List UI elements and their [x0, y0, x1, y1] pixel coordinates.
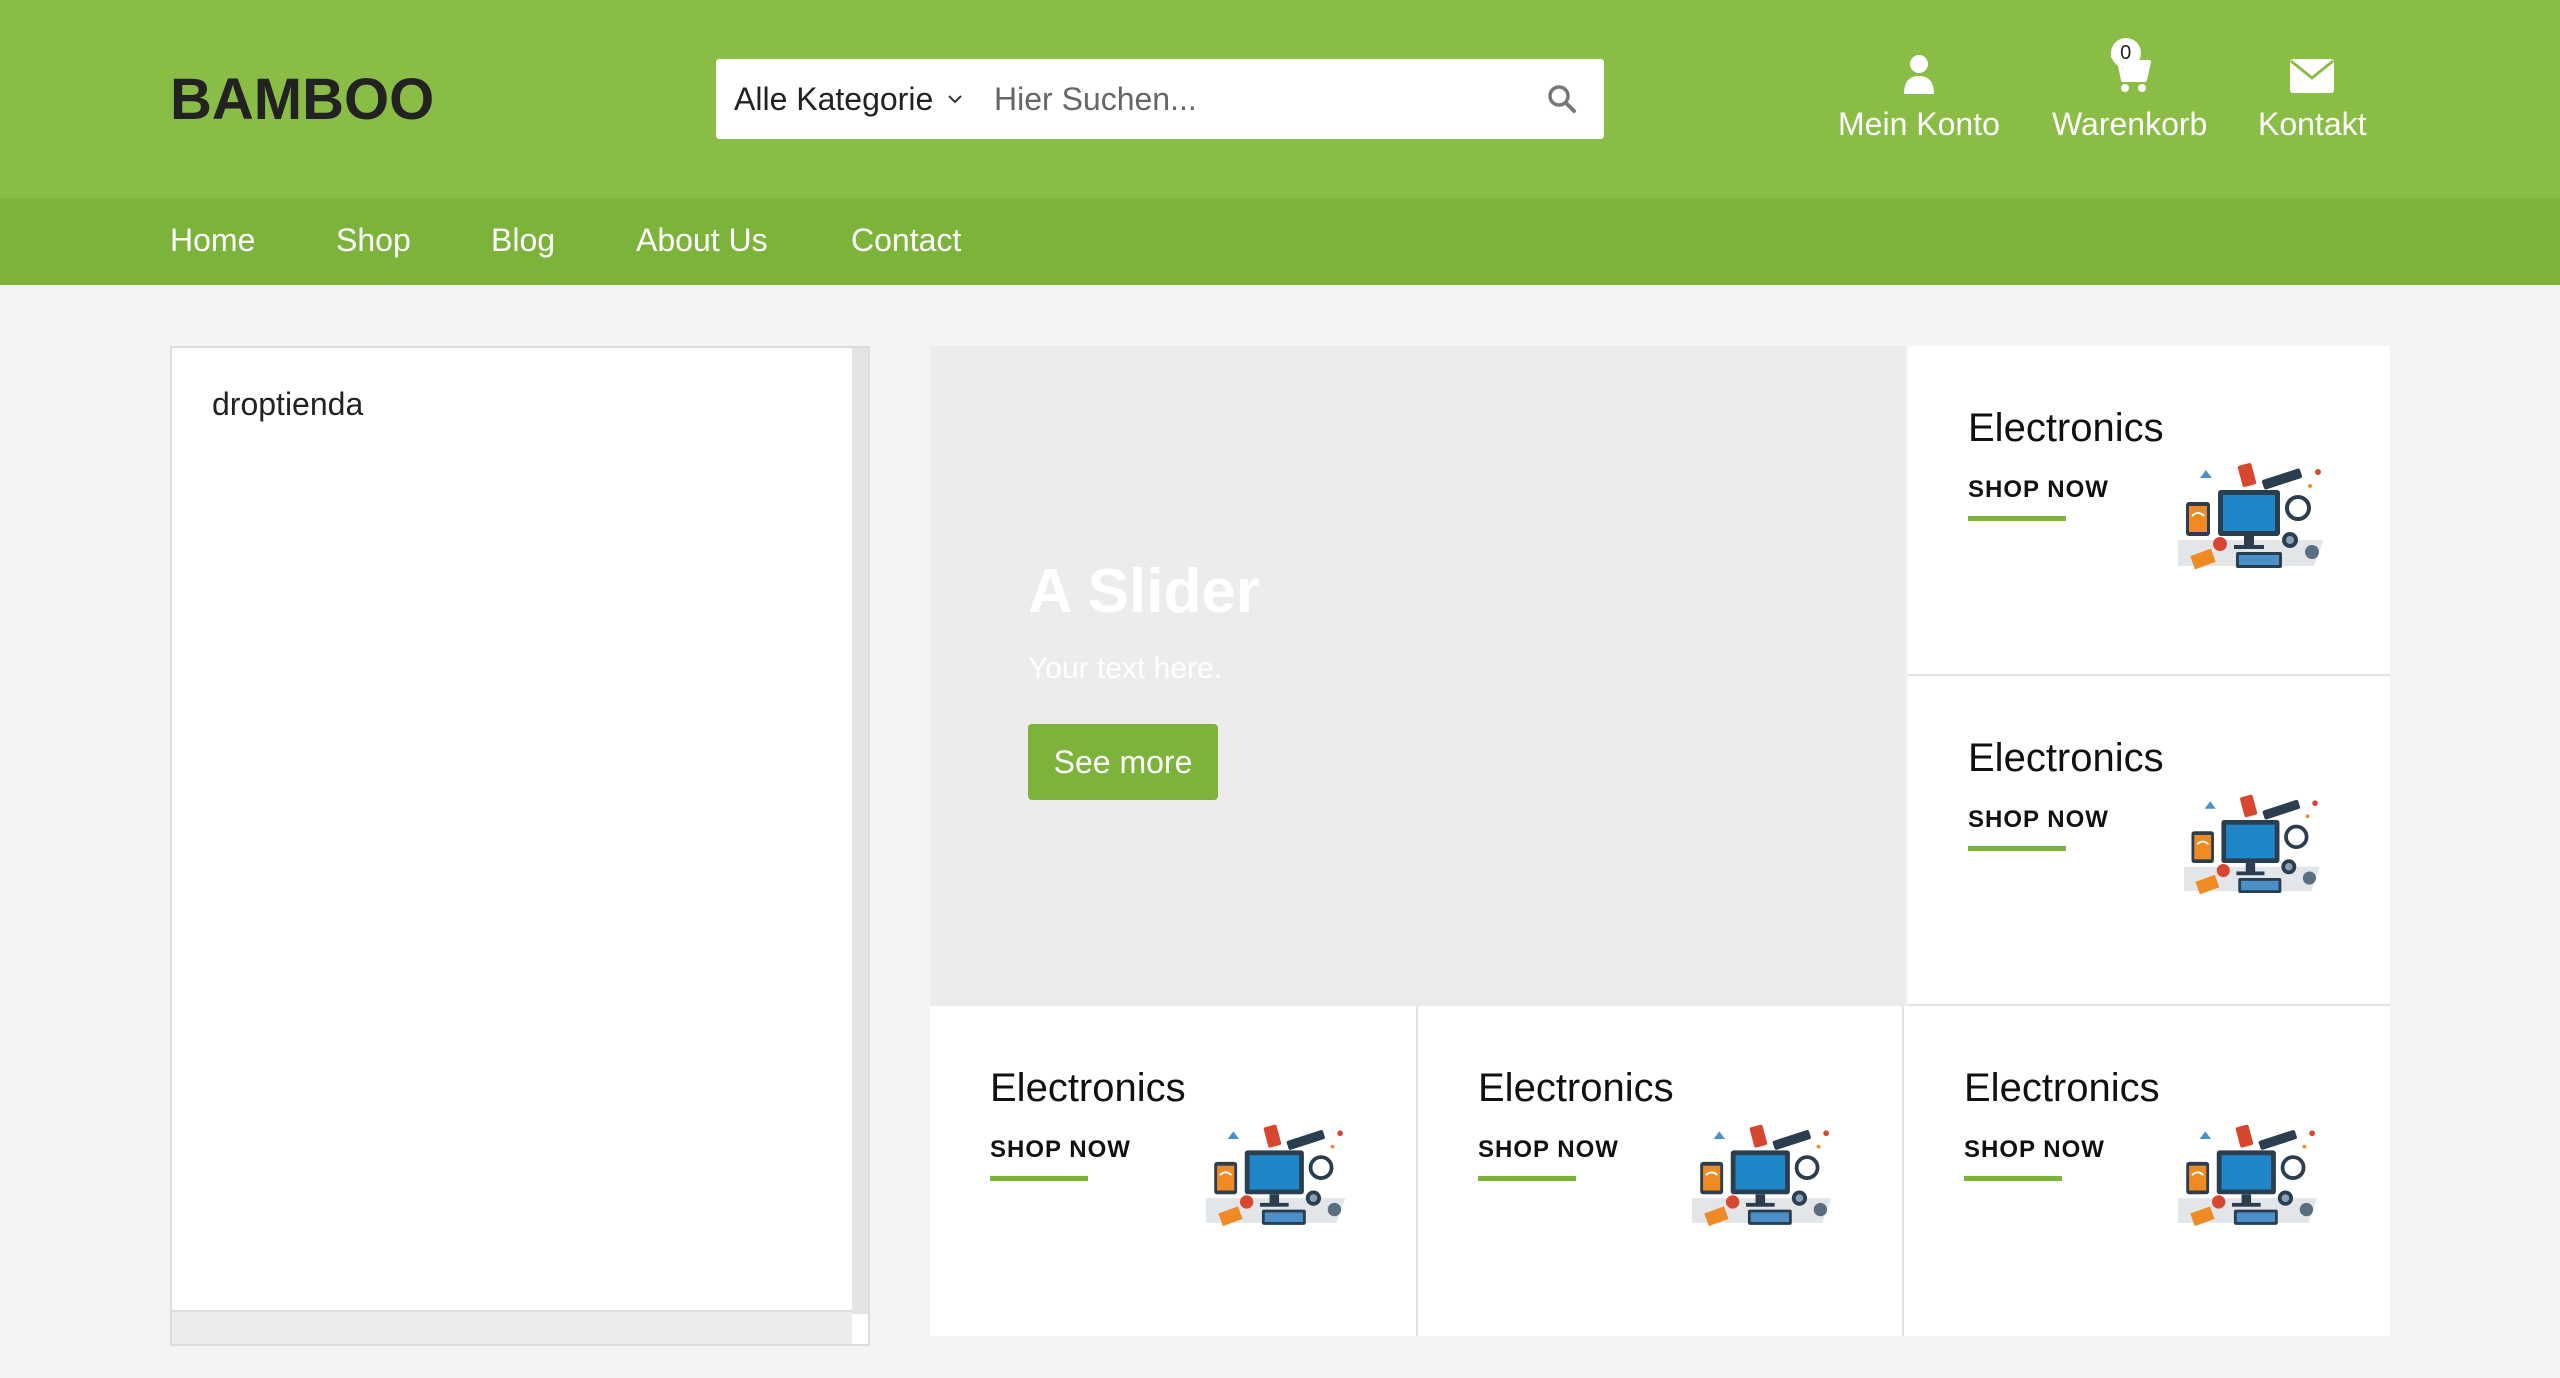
nav-item-shop[interactable]: Shop: [336, 222, 411, 259]
shop-now-link[interactable]: SHOP NOW: [1968, 476, 2109, 504]
vertical-scrollbar[interactable]: [852, 348, 868, 1314]
search-bar: Alle Kategorie: [716, 59, 1604, 139]
contact-link[interactable]: Kontakt: [2258, 46, 2367, 143]
nav-item-home[interactable]: Home: [170, 222, 255, 259]
shop-now-link[interactable]: SHOP NOW: [1478, 1136, 1619, 1164]
product-card[interactable]: Electronics SHOP NOW: [1904, 1006, 2390, 1336]
electronics-illustration: [1692, 1124, 1832, 1227]
cart-count-badge: 0: [2110, 38, 2141, 68]
electronics-illustration: [2184, 794, 2321, 895]
product-card[interactable]: Electronics SHOP NOW: [930, 1006, 1416, 1336]
shop-now-link[interactable]: SHOP NOW: [990, 1136, 1131, 1164]
header-bar: BAMBOO Alle Kategorie Mein Konto 0: [0, 0, 2560, 198]
chevron-down-icon: [948, 95, 962, 104]
card-title: Electronics: [990, 1066, 1186, 1110]
card-title: Electronics: [1968, 736, 2164, 780]
electronics-illustration: [2178, 1124, 2318, 1227]
nav-item-contact[interactable]: Contact: [851, 222, 961, 259]
account-label: Mein Konto: [1838, 106, 2000, 142]
envelope-icon: [2290, 59, 2335, 93]
category-panel: droptienda: [170, 346, 870, 1346]
see-more-button[interactable]: See more: [1028, 724, 1218, 800]
card-underline: [1968, 516, 2066, 521]
contact-label: Kontakt: [2258, 106, 2367, 142]
slider-subtitle: Your text here.: [1028, 652, 1223, 685]
account-link[interactable]: Mein Konto: [1838, 46, 2000, 143]
electronics-illustration: [1206, 1124, 1346, 1227]
product-card[interactable]: Electronics SHOP NOW: [1908, 346, 2390, 674]
product-card[interactable]: Electronics SHOP NOW: [1908, 676, 2390, 1004]
cart-label: Warenkorb: [2052, 106, 2208, 142]
search-icon: [1548, 85, 1576, 113]
cart-link[interactable]: 0 Warenkorb: [2052, 38, 2208, 143]
card-title: Electronics: [1968, 406, 2164, 450]
category-select-label: Alle Kategorie: [734, 80, 934, 117]
card-title: Electronics: [1964, 1066, 2160, 1110]
logo[interactable]: BAMBOO: [170, 66, 434, 133]
search-button[interactable]: [1520, 59, 1604, 139]
card-title: Electronics: [1478, 1066, 1674, 1110]
nav-item-blog[interactable]: Blog: [491, 222, 555, 259]
horizontal-scrollbar[interactable]: [172, 1310, 852, 1344]
nav-item-about-us[interactable]: About Us: [636, 222, 768, 259]
card-underline: [1968, 846, 2066, 851]
product-card[interactable]: Electronics SHOP NOW: [1418, 1006, 1902, 1336]
category-select[interactable]: Alle Kategorie: [716, 59, 986, 139]
card-underline: [990, 1176, 1088, 1181]
user-icon: [1903, 55, 1934, 94]
shop-now-link[interactable]: SHOP NOW: [1968, 806, 2109, 834]
main-nav: Home Shop Blog About Us Contact: [0, 198, 2560, 285]
search-input[interactable]: [986, 59, 1520, 139]
panel-text: droptienda: [212, 386, 364, 422]
card-underline: [1478, 1176, 1576, 1181]
slider-title: A Slider: [1028, 557, 1260, 626]
shop-now-link[interactable]: SHOP NOW: [1964, 1136, 2105, 1164]
hero-slider: A Slider Your text here. See more: [930, 346, 1906, 1006]
card-underline: [1964, 1176, 2062, 1181]
electronics-illustration: [2178, 463, 2324, 570]
